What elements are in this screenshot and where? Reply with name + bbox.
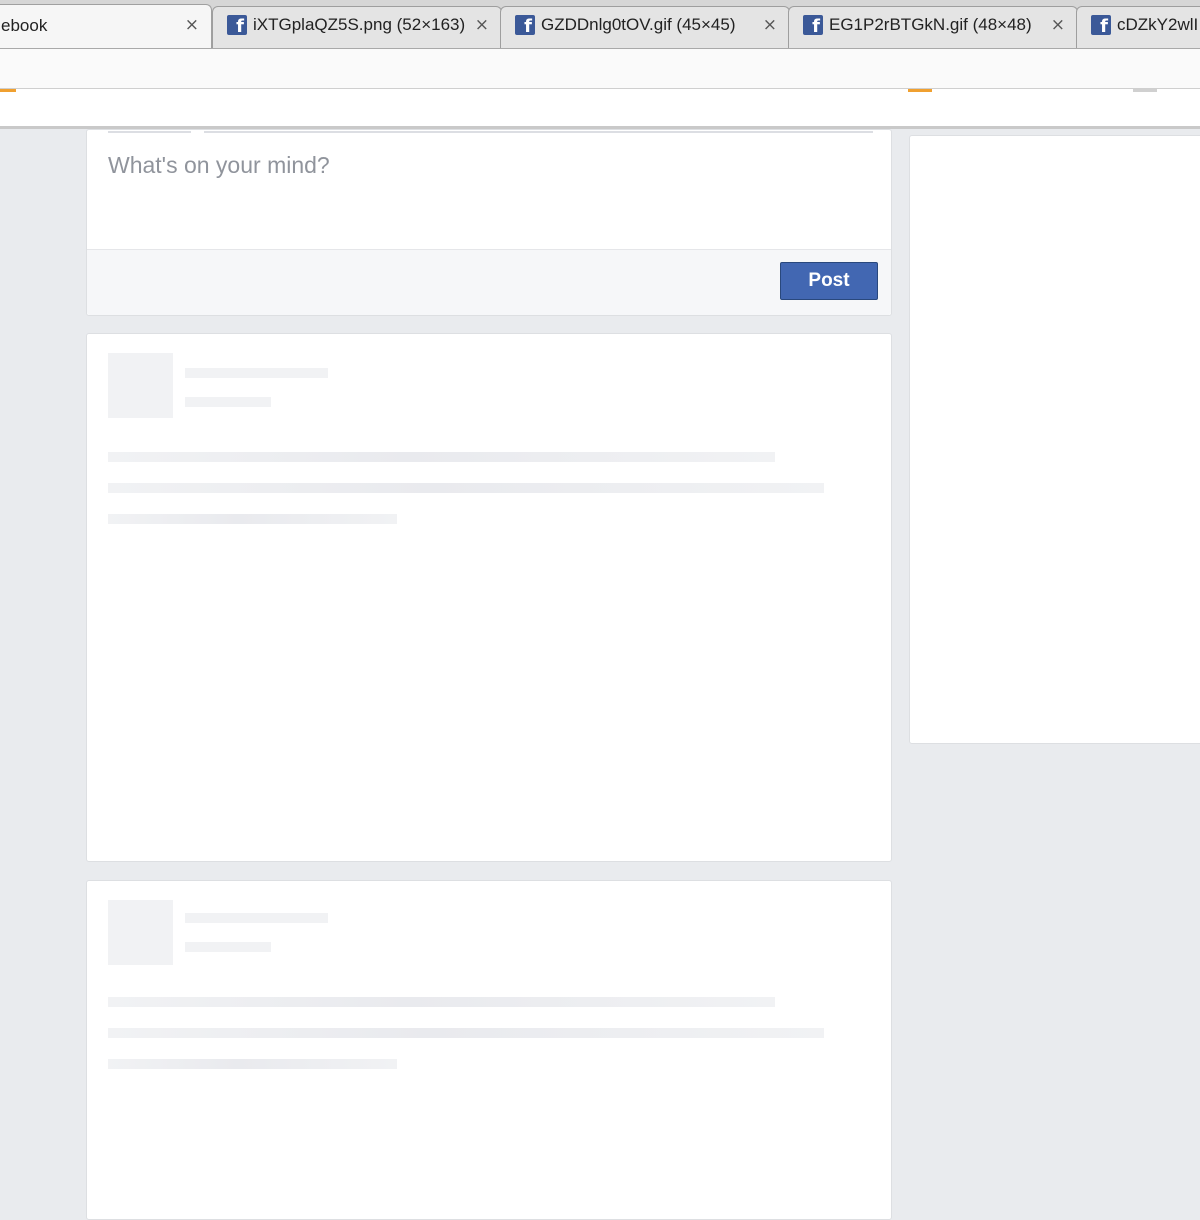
browser-tab[interactable]: f iXTGplaQZ5S.png (52×163) × [212, 6, 502, 48]
tab-title: GZDDnlg0tOV.gif (45×45) [541, 15, 736, 34]
browser-tab-bar: ebook × f iXTGplaQZ5S.png (52×163) × f G… [0, 0, 1200, 49]
facebook-favicon-icon: f [227, 15, 247, 35]
avatar-placeholder [108, 900, 173, 965]
skeleton-line [108, 997, 775, 1007]
facebook-favicon-icon: f [1091, 15, 1111, 35]
browser-tab[interactable]: f cDZkY2wlI [1076, 6, 1200, 48]
accent-mark [1133, 89, 1157, 92]
skeleton-line [185, 368, 328, 378]
browser-tab-active[interactable]: ebook × [0, 4, 212, 48]
skeleton-line [108, 1059, 397, 1069]
right-column-panel [909, 135, 1200, 744]
close-icon[interactable]: × [185, 15, 199, 35]
feed-loading-card [86, 880, 892, 1220]
skeleton-line [185, 397, 271, 407]
avatar-placeholder [108, 353, 173, 418]
close-icon[interactable]: × [763, 15, 777, 35]
tab-title: EG1P2rBTGkN.gif (48×48) [829, 15, 1032, 34]
facebook-favicon-icon: f [515, 15, 535, 35]
page-top-bar [0, 89, 1200, 129]
status-composer: What's on your mind? Post [86, 129, 892, 316]
facebook-favicon-icon: f [803, 15, 823, 35]
post-button[interactable]: Post [780, 262, 878, 300]
close-icon[interactable]: × [475, 15, 489, 35]
skeleton-line [108, 514, 397, 524]
skeleton-line [185, 942, 271, 952]
skeleton-line [108, 1028, 824, 1038]
composer-footer: Post [87, 249, 891, 315]
feed-loading-card [86, 333, 892, 862]
tab-title: ebook [1, 16, 48, 35]
status-input[interactable]: What's on your mind? [108, 152, 330, 179]
skeleton-line [108, 452, 775, 462]
tab-title: iXTGplaQZ5S.png (52×163) [253, 15, 466, 34]
close-icon[interactable]: × [1051, 15, 1065, 35]
skeleton-line [185, 913, 328, 923]
composer-tab-indicator [204, 131, 873, 133]
accent-mark [0, 89, 16, 92]
composer-tab-indicator [108, 131, 191, 133]
browser-tab[interactable]: f EG1P2rBTGkN.gif (48×48) × [788, 6, 1078, 48]
browser-tab[interactable]: f GZDDnlg0tOV.gif (45×45) × [500, 6, 790, 48]
tab-title: cDZkY2wlI [1117, 15, 1199, 34]
skeleton-line [108, 483, 824, 493]
address-bar[interactable] [0, 49, 1200, 89]
accent-mark [908, 89, 932, 92]
